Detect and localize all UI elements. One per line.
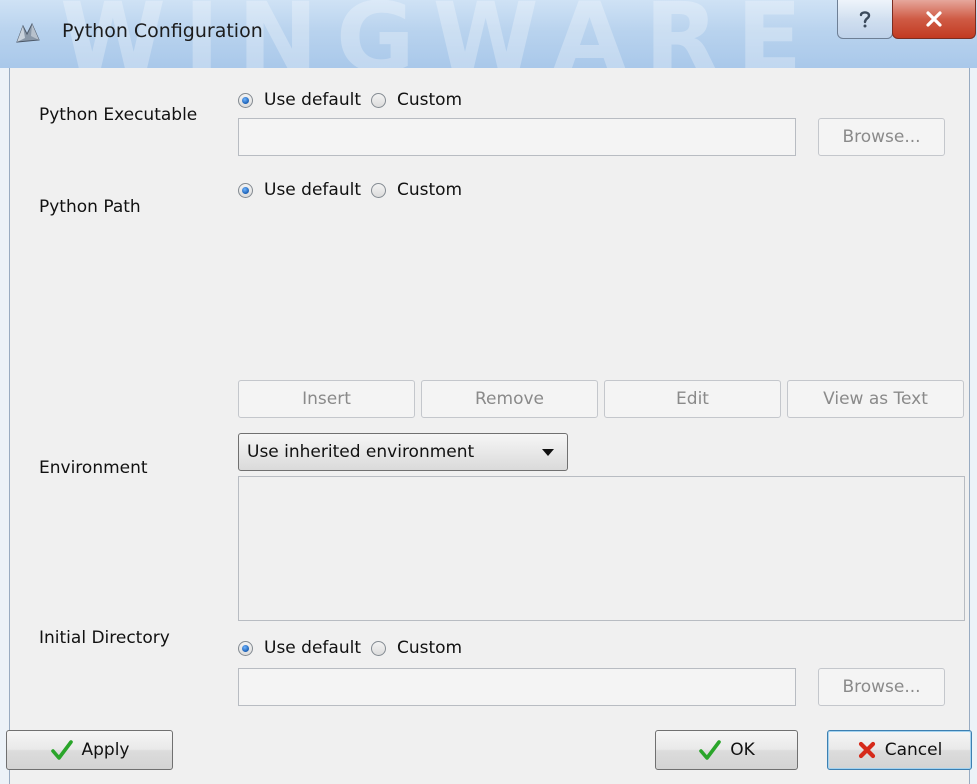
python-path-custom-radio[interactable] [370,182,386,198]
initial-directory-default-label[interactable]: Use default [264,638,361,658]
title-bar[interactable]: WINGWARE Python Configuration [0,0,977,94]
ok-button-label: OK [730,740,755,760]
python-executable-radio-group: Use default Custom [238,87,472,113]
initial-directory-browse-button[interactable]: Browse... [818,668,945,706]
initial-directory-label: Initial Directory [39,628,170,648]
initial-directory-default-radio[interactable] [238,640,253,656]
python-path-view-as-text-button[interactable]: View as Text [787,380,964,418]
python-executable-default-radio[interactable] [238,92,253,108]
python-path-default-radio[interactable] [238,182,253,198]
help-button[interactable] [837,0,893,39]
red-x-icon [857,740,877,760]
dialog-body: Python Executable Use default Custom Bro… [6,68,972,784]
python-path-default-label[interactable]: Use default [264,180,361,200]
ok-button[interactable]: OK [655,730,798,770]
python-executable-label: Python Executable [39,105,198,125]
python-path-radio-group: Use default Custom [238,177,472,203]
environment-label: Environment [39,458,148,478]
cancel-button[interactable]: Cancel [827,730,972,770]
python-path-custom-label[interactable]: Custom [397,180,462,200]
python-configuration-dialog: WINGWARE Python Configuration Python Exe… [0,0,977,784]
green-checkmark-icon [50,739,74,761]
apply-button[interactable]: Apply [6,730,173,770]
python-executable-path-field[interactable] [238,118,796,156]
python-path-edit-button[interactable]: Edit [604,380,781,418]
environment-dropdown[interactable]: Use inherited environment [238,433,568,471]
python-executable-browse-button[interactable]: Browse... [818,118,945,156]
initial-directory-custom-label[interactable]: Custom [397,638,462,658]
close-button[interactable] [892,0,976,39]
python-executable-custom-label[interactable]: Custom [397,90,462,110]
cancel-button-label: Cancel [884,740,943,760]
chevron-down-icon [542,449,554,456]
window-title: Python Configuration [62,20,263,42]
python-path-insert-button[interactable]: Insert [238,380,415,418]
python-path-label: Python Path [39,197,141,217]
environment-text-area[interactable] [238,476,965,621]
initial-directory-radio-group: Use default Custom [238,635,472,661]
initial-directory-custom-radio[interactable] [370,640,386,656]
initial-directory-path-field[interactable] [238,668,796,706]
python-path-remove-button[interactable]: Remove [421,380,598,418]
python-executable-custom-radio[interactable] [370,92,386,108]
apply-button-label: Apply [81,740,130,760]
python-executable-default-label[interactable]: Use default [264,90,361,110]
green-checkmark-icon [698,739,722,761]
environment-dropdown-value: Use inherited environment [247,442,475,462]
wing-ide-app-icon [14,20,42,46]
